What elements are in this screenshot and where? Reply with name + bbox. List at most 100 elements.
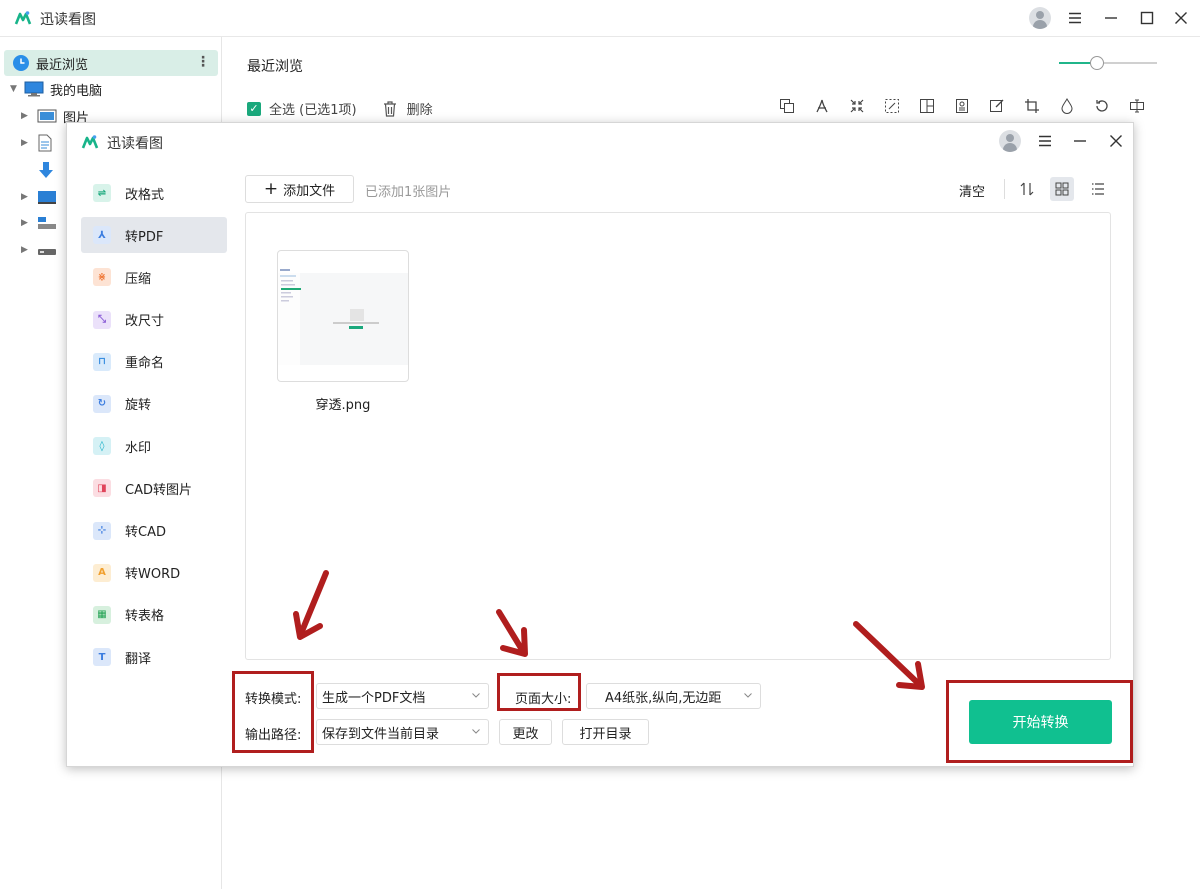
rotate-tool-icon[interactable]	[1093, 97, 1111, 115]
main-titlebar: 迅读看图	[0, 0, 1200, 37]
convert-format-tool-icon[interactable]	[778, 97, 796, 115]
layout-tool-icon[interactable]	[918, 97, 936, 115]
menu-item-label: 改尺寸	[125, 314, 165, 330]
menu-item-label: 转WORD	[125, 567, 181, 583]
sidebar-item-label: 我的电脑	[50, 83, 103, 99]
compress-tool-icon[interactable]	[848, 97, 866, 115]
menu-item-rename[interactable]: ⊓ 重命名	[81, 344, 227, 380]
resize-tool-icon[interactable]	[883, 97, 901, 115]
sidebar-item-my-computer[interactable]: ▼ 我的电脑	[4, 76, 218, 102]
menu-item-label: 压缩	[125, 271, 152, 287]
delete-button[interactable]: 删除	[407, 99, 433, 118]
select-all-checkbox[interactable]: ✓	[247, 101, 261, 116]
to-table-icon: ▦	[93, 605, 111, 624]
mode-value: 生成一个PDF文档	[322, 690, 426, 706]
grid-view-icon	[1055, 182, 1069, 196]
user-avatar-button[interactable]	[1027, 6, 1053, 30]
menu-button[interactable]	[1062, 6, 1088, 30]
trash-icon[interactable]	[383, 100, 397, 117]
minimize-button[interactable]	[1098, 6, 1124, 30]
to-word-icon: A	[93, 563, 111, 582]
user-avatar-icon	[999, 130, 1021, 152]
toolbar-divider	[1004, 179, 1005, 199]
collapsed-arrow-icon[interactable]: ▶	[21, 111, 28, 121]
edit-tool-icon[interactable]	[988, 97, 1006, 115]
add-status-text: 已添加1张图片	[365, 185, 452, 200]
screenshot-preview-image	[278, 267, 408, 365]
menu-item-compress[interactable]: ⋇ 压缩	[81, 259, 227, 295]
sort-icon	[1020, 182, 1034, 196]
zoom-slider[interactable]	[1059, 56, 1157, 70]
chevron-down-icon	[472, 729, 480, 734]
zoom-slider-handle[interactable]	[1090, 56, 1105, 70]
menu-item-translate[interactable]: T 翻译	[81, 639, 227, 675]
expanded-arrow-icon[interactable]: ▼	[10, 84, 17, 94]
pdf-icon: ⅄	[93, 226, 111, 245]
list-view-button[interactable]	[1086, 177, 1110, 201]
convert-format-icon: ⇌	[93, 184, 111, 202]
page-size-value: A4纸张,纵向,无边距	[605, 690, 722, 706]
open-directory-button[interactable]: 打开目录	[562, 719, 649, 745]
collapsed-arrow-icon[interactable]: ▶	[21, 192, 28, 202]
file-list-area[interactable]: 穿透.png	[245, 212, 1111, 660]
annotation-box-start-button	[946, 680, 1133, 763]
menu-item-label: 转PDF	[125, 229, 164, 245]
rename-tool-icon[interactable]	[1128, 97, 1146, 115]
sidebar-item-recent[interactable]: 最近浏览 ⋮	[4, 50, 218, 76]
menu-item-label: 转CAD	[125, 525, 166, 540]
menu-item-to-pdf[interactable]: ⅄ 转PDF	[81, 217, 227, 254]
image-toolbar	[778, 97, 1146, 115]
chevron-down-icon	[744, 693, 752, 698]
menu-item-watermark[interactable]: ◊ 水印	[81, 428, 227, 464]
close-icon	[1110, 135, 1122, 147]
resize-icon: ⤡	[93, 310, 111, 329]
select-all-row[interactable]: ✓ 全选 (已选1项) 删除	[247, 99, 433, 118]
file-name: 穿透.png	[315, 398, 371, 413]
dialog-minimize-button[interactable]	[1067, 129, 1093, 153]
clock-icon	[13, 55, 29, 71]
menu-item-label: 转表格	[125, 609, 165, 625]
grid-view-button[interactable]	[1050, 177, 1074, 201]
file-thumbnail[interactable]	[277, 250, 409, 382]
more-options-icon[interactable]: ⋮	[196, 54, 210, 70]
watermark-icon: ◊	[93, 437, 111, 456]
mode-select[interactable]: 生成一个PDF文档	[316, 683, 489, 709]
close-button[interactable]	[1168, 6, 1194, 30]
close-icon	[1175, 12, 1187, 24]
add-file-button[interactable]: + 添加文件	[245, 175, 354, 203]
collapsed-arrow-icon[interactable]: ▶	[21, 218, 28, 228]
dialog-menu-button[interactable]	[1032, 129, 1058, 153]
menu-item-label: 旋转	[125, 398, 152, 414]
collapsed-arrow-icon[interactable]: ▶	[21, 138, 28, 148]
crop-tool-icon[interactable]	[1023, 97, 1041, 115]
sort-button[interactable]	[1015, 177, 1039, 201]
minimize-icon	[1074, 140, 1086, 142]
page-size-select[interactable]: A4纸张,纵向,无边距	[586, 683, 761, 709]
menu-item-to-table[interactable]: ▦ 转表格	[81, 597, 227, 633]
maximize-button[interactable]	[1134, 6, 1160, 30]
download-arrow-icon	[39, 162, 53, 178]
dialog-user-avatar-button[interactable]	[997, 129, 1023, 153]
clear-button[interactable]: 清空	[959, 181, 985, 200]
dialog-title: 迅读看图	[107, 136, 163, 152]
select-all-label: 全选 (已选1项)	[269, 103, 357, 118]
menu-item-convert-format[interactable]: ⇌ 改格式	[81, 175, 227, 211]
pdf-tool-icon[interactable]	[813, 97, 831, 115]
translate-icon: T	[93, 648, 111, 667]
annotation-box-mode-path	[232, 671, 314, 753]
menu-item-to-cad[interactable]: ⊹ 转CAD	[81, 513, 227, 549]
menu-item-to-word[interactable]: A 转WORD	[81, 555, 227, 591]
watermark-tool-icon[interactable]	[1058, 97, 1076, 115]
change-path-button[interactable]: 更改	[499, 719, 552, 745]
collapsed-arrow-icon[interactable]: ▶	[21, 245, 28, 255]
app-title: 迅读看图	[40, 12, 96, 28]
chevron-down-icon	[472, 693, 480, 698]
menu-item-cad-to-image[interactable]: ◨ CAD转图片	[81, 470, 227, 506]
output-path-select[interactable]: 保存到文件当前目录	[316, 719, 489, 745]
document-tool-icon[interactable]	[953, 97, 971, 115]
menu-item-resize[interactable]: ⤡ 改尺寸	[81, 302, 227, 338]
menu-item-rotate[interactable]: ↻ 旋转	[81, 386, 227, 422]
dialog-close-button[interactable]	[1103, 129, 1129, 153]
app-logo-icon	[81, 135, 99, 149]
annotation-box-page-size	[497, 673, 581, 711]
